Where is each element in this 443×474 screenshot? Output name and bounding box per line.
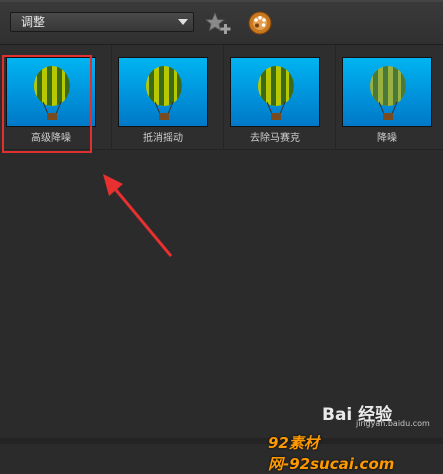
annotation-highlight-box <box>2 55 92 153</box>
chevron-down-icon <box>178 19 188 25</box>
preset-tile-demosaic[interactable]: 去除马赛克 <box>224 45 336 149</box>
category-dropdown-label: 调整 <box>21 15 46 29</box>
baidu-watermark-url: jingyan.baidu.com <box>356 419 430 428</box>
annotation-arrow-icon <box>103 174 173 257</box>
preset-tile-denoise[interactable]: 降噪 <box>336 45 443 149</box>
palette-button[interactable] <box>248 11 272 35</box>
balloon-image <box>258 66 294 120</box>
preset-label: 去除马赛克 <box>250 133 300 144</box>
toolbar: 调整 <box>0 0 443 45</box>
site-watermark: 92素材网-92sucai.com <box>268 434 395 473</box>
balloon-image <box>370 66 406 120</box>
preset-tile-stabilize[interactable]: 抵消摇动 <box>112 45 224 149</box>
preset-label: 抵消摇动 <box>143 133 183 144</box>
add-favorite-button[interactable] <box>204 11 233 35</box>
preset-label: 降噪 <box>377 133 397 144</box>
star-plus-icon <box>204 11 231 34</box>
balloon-image <box>146 66 182 120</box>
preset-thumbnail <box>118 57 208 127</box>
preset-thumbnail <box>230 57 320 127</box>
preset-thumbnail <box>342 57 432 127</box>
category-dropdown[interactable]: 调整 <box>10 12 194 32</box>
palette-icon <box>248 11 272 35</box>
toolbar-divider <box>0 0 443 2</box>
